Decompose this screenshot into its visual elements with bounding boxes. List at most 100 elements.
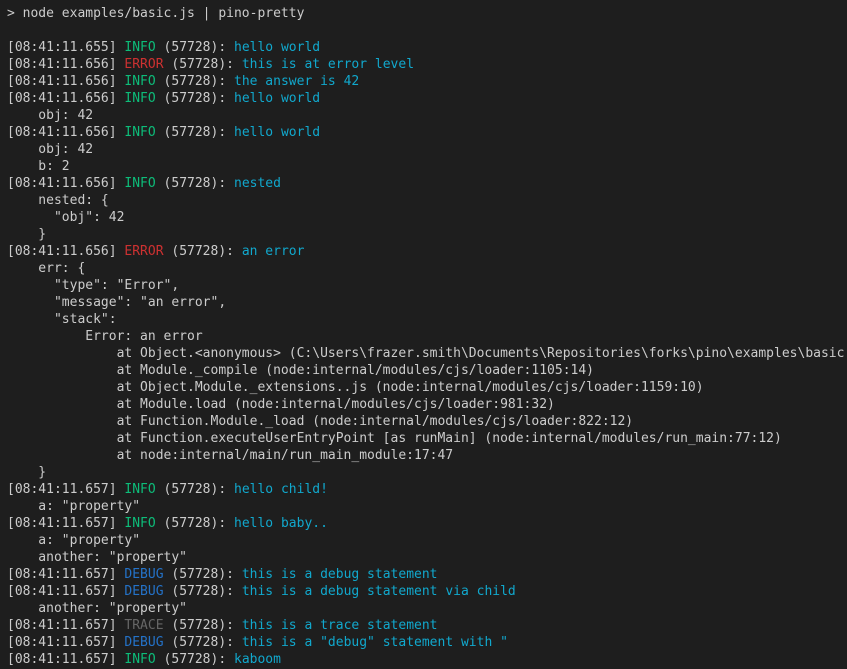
log-detail-text: at Object.<anonymous> (C:\Users\frazer.s… (7, 346, 847, 361)
log-detail-line: a: "property" (7, 532, 847, 549)
log-detail-text: "obj": 42 (7, 210, 124, 225)
log-level-info: INFO (124, 91, 155, 106)
log-detail-text: at node:internal/main/run_main_module:17… (7, 448, 453, 463)
log-level-error: ERROR (124, 244, 163, 259)
log-line: [08:41:11.656] INFO (57728): hello world (7, 90, 847, 107)
log-detail-text: obj: 42 (7, 108, 93, 123)
log-detail-text: at Module._compile (node:internal/module… (7, 363, 594, 378)
log-detail-text: Error: an error (7, 329, 203, 344)
log-detail-line: } (7, 226, 847, 243)
log-line: [08:41:11.657] DEBUG (57728): this is a … (7, 583, 847, 600)
log-timestamp: [08:41:11.656] (7, 244, 124, 259)
log-detail-line: another: "property" (7, 549, 847, 566)
log-pid: (57728): (156, 40, 234, 55)
log-timestamp: [08:41:11.656] (7, 57, 124, 72)
shell-prompt: > (7, 6, 15, 21)
log-detail-text: obj: 42 (7, 142, 93, 157)
log-message: this is a debug statement (242, 567, 438, 582)
log-detail-line: at Function.Module._load (node:internal/… (7, 413, 847, 430)
log-detail-line: Error: an error (7, 328, 847, 345)
log-pid: (57728): (156, 125, 234, 140)
log-detail-text: at Function.Module._load (node:internal/… (7, 414, 633, 429)
log-message: an error (242, 244, 305, 259)
log-detail-text: err: { (7, 261, 85, 276)
log-output: [08:41:11.655] INFO (57728): hello world… (7, 39, 847, 668)
blank-line (7, 22, 847, 39)
prompt-space (15, 6, 23, 21)
log-timestamp: [08:41:11.657] (7, 652, 124, 667)
log-message: the answer is 42 (234, 74, 359, 89)
log-message: kaboom (234, 652, 281, 667)
log-detail-text: } (7, 227, 46, 242)
log-message: this is a "debug" statement with " (242, 635, 508, 650)
log-message: this is a debug statement via child (242, 584, 516, 599)
log-pid: (57728): (156, 516, 234, 531)
log-detail-line: "type": "Error", (7, 277, 847, 294)
terminal-window[interactable]: > node examples/basic.js | pino-pretty [… (0, 0, 847, 669)
log-level-info: INFO (124, 176, 155, 191)
log-line: [08:41:11.656] INFO (57728): hello world (7, 124, 847, 141)
log-message: this is at error level (242, 57, 414, 72)
log-level-info: INFO (124, 125, 155, 140)
log-detail-line: nested: { (7, 192, 847, 209)
log-timestamp: [08:41:11.656] (7, 91, 124, 106)
log-pid: (57728): (156, 482, 234, 497)
log-level-info: INFO (124, 40, 155, 55)
log-detail-line: obj: 42 (7, 141, 847, 158)
log-level-info: INFO (124, 482, 155, 497)
log-pid: (57728): (156, 176, 234, 191)
log-detail-text: } (7, 465, 46, 480)
log-detail-text: at Function.executeUserEntryPoint [as ru… (7, 431, 782, 446)
log-pid: (57728): (164, 57, 242, 72)
log-message: hello world (234, 40, 320, 55)
log-line: [08:41:11.657] DEBUG (57728): this is a … (7, 566, 847, 583)
log-line: [08:41:11.657] INFO (57728): hello child… (7, 481, 847, 498)
log-detail-line: b: 2 (7, 158, 847, 175)
command-text: node examples/basic.js | pino-pretty (23, 6, 305, 21)
log-timestamp: [08:41:11.657] (7, 482, 124, 497)
log-level-info: INFO (124, 516, 155, 531)
log-detail-line: obj: 42 (7, 107, 847, 124)
log-timestamp: [08:41:11.656] (7, 176, 124, 191)
log-message: this is a trace statement (242, 618, 438, 633)
log-timestamp: [08:41:11.657] (7, 567, 124, 582)
log-detail-line: at Module.load (node:internal/modules/cj… (7, 396, 847, 413)
log-detail-line: } (7, 464, 847, 481)
log-detail-line: at Object.Module._extensions..js (node:i… (7, 379, 847, 396)
log-detail-line: err: { (7, 260, 847, 277)
log-timestamp: [08:41:11.655] (7, 40, 124, 55)
log-detail-line: at Module._compile (node:internal/module… (7, 362, 847, 379)
log-message: hello world (234, 125, 320, 140)
log-detail-text: another: "property" (7, 550, 187, 565)
log-detail-text: "stack": (7, 312, 117, 327)
log-detail-line: "message": "an error", (7, 294, 847, 311)
log-detail-line: a: "property" (7, 498, 847, 515)
log-level-debug: DEBUG (124, 567, 163, 582)
log-level-info: INFO (124, 74, 155, 89)
log-timestamp: [08:41:11.656] (7, 125, 124, 140)
log-pid: (57728): (164, 244, 242, 259)
log-pid: (57728): (156, 91, 234, 106)
log-detail-line: at Function.executeUserEntryPoint [as ru… (7, 430, 847, 447)
log-detail-line: another: "property" (7, 600, 847, 617)
log-timestamp: [08:41:11.657] (7, 584, 124, 599)
log-detail-text: another: "property" (7, 601, 187, 616)
log-pid: (57728): (164, 567, 242, 582)
log-line: [08:41:11.656] INFO (57728): nested (7, 175, 847, 192)
log-timestamp: [08:41:11.657] (7, 635, 124, 650)
log-line: [08:41:11.657] DEBUG (57728): this is a … (7, 634, 847, 651)
log-detail-text: at Module.load (node:internal/modules/cj… (7, 397, 555, 412)
log-detail-text: b: 2 (7, 159, 70, 174)
log-pid: (57728): (164, 618, 242, 633)
log-pid: (57728): (156, 74, 234, 89)
log-line: [08:41:11.655] INFO (57728): hello world (7, 39, 847, 56)
log-detail-text: a: "property" (7, 533, 140, 548)
log-message: hello child! (234, 482, 328, 497)
log-line: [08:41:11.656] INFO (57728): the answer … (7, 73, 847, 90)
log-detail-text: nested: { (7, 193, 109, 208)
log-detail-line: at node:internal/main/run_main_module:17… (7, 447, 847, 464)
log-detail-text: a: "property" (7, 499, 140, 514)
log-pid: (57728): (156, 652, 234, 667)
log-line: [08:41:11.656] ERROR (57728): an error (7, 243, 847, 260)
command-line: > node examples/basic.js | pino-pretty (7, 5, 847, 22)
